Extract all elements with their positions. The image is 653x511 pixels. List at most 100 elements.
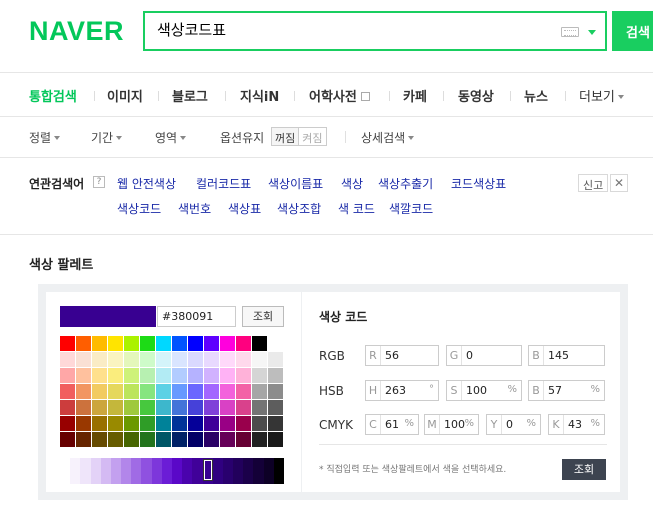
tab-images[interactable]: 이미지 (107, 86, 143, 105)
rgb-b-field[interactable]: B 145 (528, 345, 605, 366)
color-swatch[interactable] (76, 384, 91, 399)
hsb-s-field[interactable]: S 100% (446, 380, 522, 401)
related-link[interactable]: 색상표 (228, 200, 261, 217)
shade-swatch[interactable] (161, 458, 173, 484)
related-link[interactable]: 색상추출기 (378, 175, 433, 192)
color-swatch[interactable] (92, 368, 107, 383)
color-swatch[interactable] (188, 384, 203, 399)
color-swatch[interactable] (172, 432, 187, 447)
color-swatch[interactable] (92, 336, 107, 351)
keep-option-toggle[interactable]: 꺼짐 켜짐 (271, 127, 327, 146)
color-swatch[interactable] (172, 400, 187, 415)
related-link[interactable]: 색상코드 (117, 200, 161, 217)
keyboard-icon[interactable] (561, 27, 579, 37)
color-swatch[interactable] (156, 384, 171, 399)
tab-video[interactable]: 동영상 (458, 86, 494, 105)
color-swatch[interactable] (156, 368, 171, 383)
color-swatch[interactable] (140, 336, 155, 351)
tab-integrated[interactable]: 통합검색 (29, 86, 77, 105)
color-swatch[interactable] (108, 368, 123, 383)
color-swatch[interactable] (92, 384, 107, 399)
related-link[interactable]: 색상 (341, 175, 363, 192)
hsb-b-field[interactable]: B 57% (528, 380, 605, 401)
color-swatch[interactable] (268, 352, 283, 367)
shade-swatch[interactable] (243, 458, 254, 484)
color-swatch[interactable] (108, 352, 123, 367)
shade-swatch[interactable] (131, 458, 142, 484)
color-swatch[interactable] (76, 368, 91, 383)
color-swatch[interactable] (268, 432, 283, 447)
cmyk-k-field[interactable]: K 43% (548, 414, 605, 435)
period-dropdown[interactable]: 기간 (91, 129, 123, 146)
color-swatch[interactable] (108, 384, 123, 399)
rgb-g-field[interactable]: G0 (446, 345, 522, 366)
color-swatch[interactable] (236, 368, 251, 383)
color-swatch[interactable] (188, 416, 203, 431)
color-swatch[interactable] (188, 352, 203, 367)
color-swatch[interactable] (60, 400, 75, 415)
hex-lookup-button[interactable]: 조회 (242, 306, 284, 327)
color-swatch[interactable] (220, 416, 235, 431)
rgb-r-field[interactable]: R 56 (365, 345, 439, 366)
color-swatch[interactable] (236, 400, 251, 415)
shade-swatch[interactable] (60, 458, 71, 484)
sort-dropdown[interactable]: 정렬 (29, 129, 61, 146)
color-swatch[interactable] (236, 336, 251, 351)
toggle-off-option[interactable]: 꺼짐 (272, 128, 300, 145)
related-link[interactable]: 색번호 (178, 200, 211, 217)
color-swatch[interactable] (204, 416, 219, 431)
shade-swatch[interactable] (151, 458, 163, 484)
color-swatch[interactable] (124, 368, 139, 383)
color-swatch[interactable] (220, 384, 235, 399)
tab-more[interactable]: 더보기 (579, 86, 624, 105)
related-link[interactable]: 색상조합 (277, 200, 321, 217)
area-dropdown[interactable]: 영역 (155, 129, 187, 146)
color-swatch[interactable] (252, 352, 267, 367)
color-swatch[interactable] (60, 368, 75, 383)
hex-input[interactable]: #380091 (157, 306, 236, 327)
tab-blog[interactable]: 블로그 (172, 86, 208, 105)
tab-news[interactable]: 뉴스 (524, 86, 548, 105)
color-swatch[interactable] (236, 384, 251, 399)
color-swatch[interactable] (220, 336, 235, 351)
shade-swatch[interactable] (70, 458, 81, 484)
color-swatch[interactable] (236, 352, 251, 367)
color-swatch[interactable] (204, 336, 219, 351)
color-swatch[interactable] (60, 352, 75, 367)
color-swatch[interactable] (172, 352, 187, 367)
color-swatch[interactable] (188, 336, 203, 351)
related-link[interactable]: 웹 안전색상 (117, 175, 176, 192)
color-swatch[interactable] (60, 384, 75, 399)
cmyk-c-field[interactable]: C 61% (365, 414, 419, 435)
color-swatch[interactable] (156, 336, 171, 351)
color-swatch[interactable] (220, 352, 235, 367)
search-input[interactable]: 색상코드표 (157, 19, 547, 43)
color-swatch[interactable] (204, 400, 219, 415)
close-icon[interactable]: ✕ (610, 174, 628, 192)
shade-swatch[interactable] (110, 458, 122, 484)
color-swatch[interactable] (92, 432, 107, 447)
color-swatch[interactable] (108, 336, 123, 351)
color-swatch[interactable] (252, 400, 267, 415)
color-swatch[interactable] (140, 352, 155, 367)
color-swatch[interactable] (172, 384, 187, 399)
naver-logo[interactable]: NAVER (29, 16, 124, 47)
chevron-down-icon[interactable] (588, 30, 596, 35)
tab-kin[interactable]: 지식iN (240, 86, 279, 105)
color-swatch[interactable] (124, 432, 139, 447)
color-swatch[interactable] (252, 384, 267, 399)
related-link[interactable]: 색깔코드 (389, 200, 433, 217)
shade-swatch[interactable] (121, 458, 132, 484)
shade-swatch[interactable] (192, 458, 204, 484)
color-swatch[interactable] (140, 432, 155, 447)
color-swatch[interactable] (76, 400, 91, 415)
color-swatch[interactable] (60, 336, 75, 351)
color-swatch[interactable] (156, 352, 171, 367)
color-swatch[interactable] (220, 400, 235, 415)
search-box[interactable]: 색상코드표 (143, 11, 607, 51)
detail-search-dropdown[interactable]: 상세검색 (361, 129, 415, 146)
related-link[interactable]: 코드색상표 (451, 175, 506, 192)
color-swatch[interactable] (204, 352, 219, 367)
color-swatch[interactable] (220, 432, 235, 447)
color-swatch[interactable] (252, 336, 267, 351)
